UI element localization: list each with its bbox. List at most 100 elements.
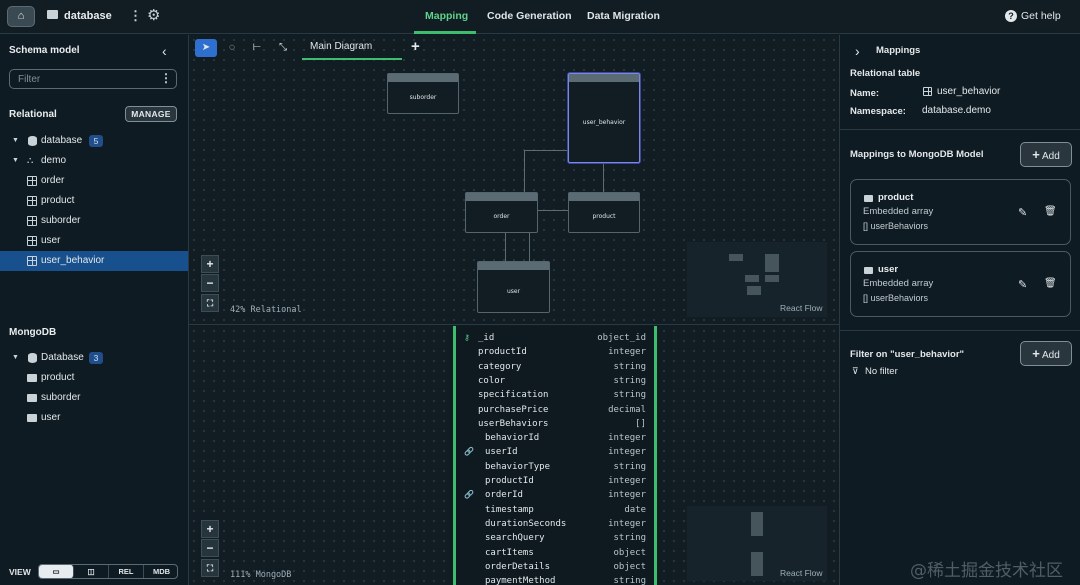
add-mapping-button[interactable]: + Add [1020,142,1072,167]
document-field-row[interactable]: timestamp date [456,504,654,518]
gear-icon[interactable]: ⚙ [147,6,160,24]
tree-item-table-selected[interactable]: user_behavior [0,251,188,271]
erd-node-product[interactable]: product [568,192,640,233]
tree-item-table[interactable]: suborder [0,211,188,231]
tree-item-database[interactable]: ▼ database 5 [0,131,188,151]
view-rel-button[interactable]: REL [109,565,144,578]
document-field-row[interactable]: productId integer [456,346,654,360]
erd-node-user-behavior[interactable]: user_behavior [568,73,640,163]
document-field-row[interactable]: durationSeconds integer [456,518,654,532]
divider [840,129,1080,130]
hierarchy-tool-icon[interactable]: ⊢ [246,39,268,57]
home-button[interactable]: ⌂ [7,6,35,27]
folder-icon [47,10,58,19]
node-header [388,74,458,82]
field-name: category [478,361,522,372]
get-help-link[interactable]: Get help [1021,10,1061,22]
filter-options-icon[interactable]: ⋮ [160,71,172,85]
mapping-title: product [878,192,914,203]
erd-node-order[interactable]: order [465,192,538,233]
view-mdb-button[interactable]: MDB [144,565,179,578]
erd-node-suborder[interactable]: suborder [387,73,459,114]
tree-item-table[interactable]: user [0,231,188,251]
tree-item-label: demo [41,155,67,166]
field-name: purchasePrice [478,404,549,415]
zoom-out-button[interactable]: − [201,274,219,292]
document-field-row[interactable]: color string [456,375,654,389]
edit-icon[interactable]: ✎ [1018,278,1027,291]
watermark-text: @稀土掘金技术社区 [910,561,1063,581]
zoom-in-button[interactable]: + [201,520,219,538]
edit-icon[interactable]: ✎ [1018,206,1027,219]
tree-item-mongo-database[interactable]: ▼ Database 3 [0,348,188,368]
button-label: Add [1042,151,1060,162]
mappings-panel: › Mappings Relational table Name: user_b… [839,35,1080,585]
add-diagram-tab-button[interactable]: + [411,38,420,55]
tab-code-generation[interactable]: Code Generation [487,10,572,22]
tree-item-collection[interactable]: user [0,408,188,428]
zoom-out-button[interactable]: − [201,539,219,557]
mapping-card-product[interactable]: product Embedded array [] userBehaviors … [850,179,1071,245]
view-split-button[interactable]: ▭ [39,565,74,578]
divider [840,330,1080,331]
document-field-row[interactable]: 🔗 orderId integer [456,489,654,503]
tree-item-table[interactable]: product [0,191,188,211]
view-side-by-side-button[interactable]: ◫ [74,565,109,578]
document-field-row[interactable]: behaviorType string [456,461,654,475]
manage-button[interactable]: MANAGE [125,106,177,122]
field-name: searchQuery [485,533,545,544]
tree-item-table[interactable]: order [0,171,188,191]
relational-diagram-canvas[interactable]: ➤ ◌ ⊢ ⤡ Main Diagram + suborder user_beh… [189,35,839,325]
filter-input[interactable] [9,69,177,89]
document-field-row[interactable]: purchasePrice decimal [456,404,654,418]
document-field-row[interactable]: 🔗 userId integer [456,446,654,460]
zoom-in-button[interactable]: + [201,255,219,273]
tab-main-diagram[interactable]: Main Diagram [302,35,402,60]
mongodb-diagram-canvas[interactable]: ⚷ _id object_id productId integer category str… [189,326,839,585]
field-name: userBehaviors [478,418,549,429]
help-icon[interactable]: ? [1005,10,1017,22]
document-field-row[interactable]: productId integer [456,475,654,489]
fit-view-icon: ⛶ [206,298,214,308]
node-header [478,262,549,270]
document-field-row[interactable]: orderDetails object [456,561,654,575]
collapse-sidebar-icon[interactable]: ‹ [162,43,167,59]
field-name: behaviorId [485,433,540,444]
document-field-row[interactable]: specification string [456,389,654,403]
tab-mapping[interactable]: Mapping [425,10,468,22]
fit-view-button[interactable]: ⛶ [201,559,219,577]
node-header [466,193,537,201]
chevron-right-icon[interactable]: › [855,43,860,59]
delete-icon[interactable]: 🗑 [1044,278,1057,289]
field-name: durationSeconds [485,518,567,529]
delete-icon[interactable]: 🗑 [1044,206,1057,217]
mongo-document-node[interactable]: ⚷ _id object_id productId integer category str… [453,326,657,585]
tree-item-collection[interactable]: suborder [0,388,188,408]
erd-node-user[interactable]: user [477,261,550,313]
document-field-row[interactable]: userBehaviors [] [456,418,654,432]
mapping-card-user[interactable]: user Embedded array [] userBehaviors ✎ 🗑 [850,251,1071,317]
field-type: string [613,533,646,544]
document-field-row[interactable]: paymentMethod string [456,575,654,585]
document-field-row[interactable]: searchQuery string [456,532,654,546]
count-badge: 3 [89,352,103,364]
field-type: string [613,375,646,386]
project-menu-icon[interactable]: ⋮ [129,8,142,24]
tab-data-migration[interactable]: Data Migration [587,10,660,22]
lasso-tool-icon[interactable]: ◌ [221,39,243,57]
fit-view-button[interactable]: ⛶ [201,294,219,312]
document-field-row[interactable]: ⚷ _id object_id [456,332,654,346]
tree-item-schema[interactable]: ▼ ⛬ demo [0,151,188,171]
connector-tool-icon[interactable]: ⤡ [272,39,294,57]
relational-heading: Relational [9,109,57,120]
document-field-row[interactable]: behaviorId integer [456,432,654,446]
document-field-row[interactable]: category string [456,361,654,375]
document-field-row[interactable]: cartItems object [456,547,654,561]
table-icon [923,87,932,96]
select-tool-icon[interactable]: ➤ [195,39,217,57]
minimap-node [751,552,763,576]
field-name: productId [478,347,527,358]
minimap-node [747,286,761,295]
tree-item-collection[interactable]: product [0,368,188,388]
add-filter-button[interactable]: + Add [1020,341,1072,366]
